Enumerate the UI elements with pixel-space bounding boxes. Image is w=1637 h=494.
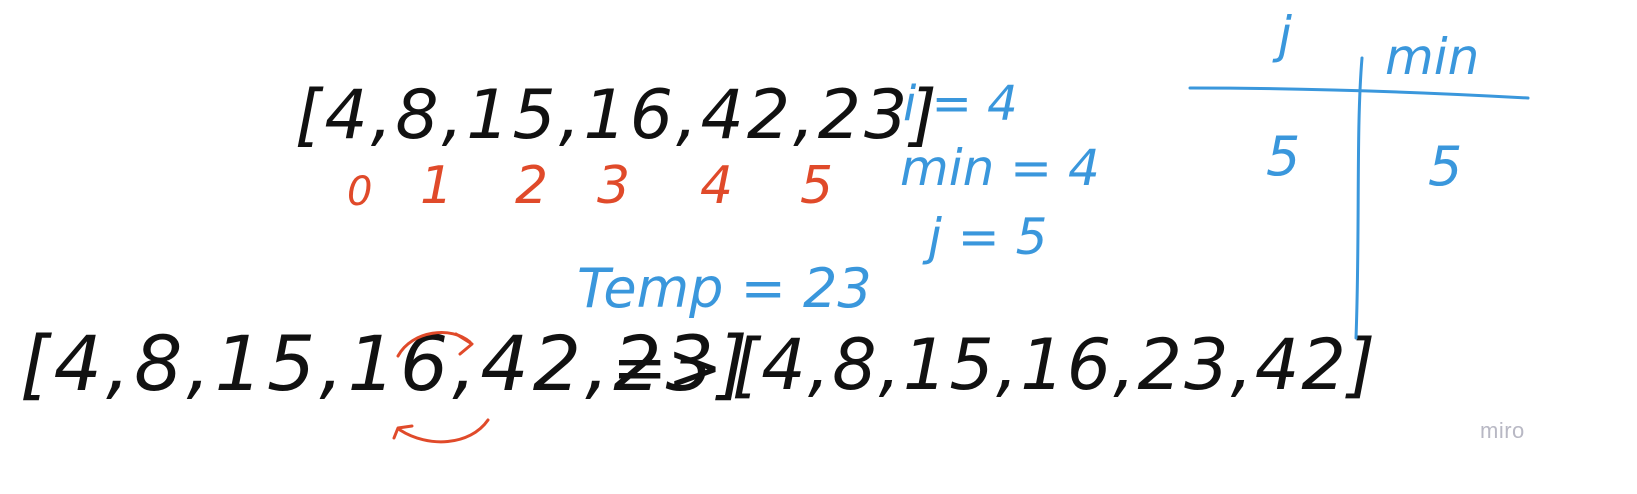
miro-watermark: miro — [1480, 418, 1525, 443]
index-label-2: 2 — [515, 156, 549, 216]
whiteboard-canvas: [4,8,15,16,42,23] 0 1 2 3 4 5 i = 4 min … — [0, 0, 1637, 494]
table-cell-j: 5 — [1266, 125, 1301, 188]
variable-i: i = 4 — [903, 76, 1018, 132]
swap-arrow-bottom — [398, 418, 490, 444]
index-label-3: 3 — [597, 156, 631, 216]
table-header-min: min — [1385, 28, 1480, 86]
index-label-4: 4 — [700, 156, 734, 216]
temp-note: Temp = 23 — [577, 257, 872, 320]
array-result: [4,8,15,16,23,42] — [732, 324, 1378, 406]
variable-j: j = 5 — [928, 208, 1048, 266]
index-label-5: 5 — [800, 156, 834, 216]
index-label-1: 1 — [420, 156, 454, 216]
table-vertical-rule — [1354, 56, 1364, 340]
trace-table-lines — [1188, 56, 1530, 340]
swap-arrow-bottom-head — [392, 424, 414, 440]
variable-min: min = 4 — [900, 139, 1100, 197]
table-cell-min: 5 — [1428, 135, 1463, 198]
index-label-0: 0 — [347, 169, 373, 215]
table-header-j: j — [1278, 6, 1292, 64]
implies-arrow: => — [612, 329, 723, 406]
table-horizontal-rule — [1188, 86, 1530, 100]
array-top: [4,8,15,16,42,23] — [295, 76, 940, 155]
